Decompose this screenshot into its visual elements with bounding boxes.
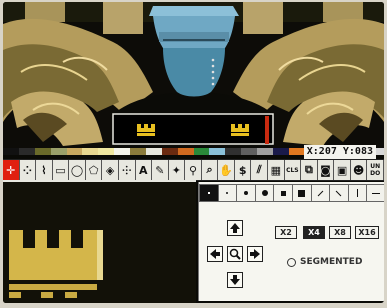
camera-tool-button[interactable]: ◙ xyxy=(318,160,335,180)
palette-swatch[interactable] xyxy=(145,148,162,155)
dotted-freehand-tool-button[interactable]: ⁘ xyxy=(20,160,37,180)
crosshair-tool-icon: ✛ xyxy=(6,163,16,177)
grid-tool-button[interactable]: ▦ xyxy=(268,160,285,180)
palette-swatch[interactable] xyxy=(272,148,289,155)
brush-large-square[interactable] xyxy=(291,184,312,202)
scroll-up-button[interactable] xyxy=(227,220,243,236)
palette-swatch[interactable] xyxy=(288,148,305,155)
rectangle-tool-icon: ▭ xyxy=(55,163,66,177)
arrow-down-icon xyxy=(230,275,240,285)
brush-diagonal-line-2[interactable] xyxy=(329,184,349,202)
eyedropper-tool-button[interactable]: ⚲ xyxy=(185,160,202,180)
magic-tool-icon: ✦ xyxy=(171,163,182,177)
segmented-option[interactable]: SEGMENTED xyxy=(287,257,362,267)
brush-pick-tool-button[interactable]: ✎ xyxy=(152,160,169,180)
palette-swatch[interactable] xyxy=(50,148,67,155)
drawing-canvas[interactable] xyxy=(3,2,384,148)
brush-selector xyxy=(199,184,384,202)
palette-swatch[interactable] xyxy=(193,148,210,155)
dotted-freehand-tool-icon: ⁘ xyxy=(22,163,32,177)
arrow-left-icon xyxy=(210,249,220,259)
zoom-tool-button[interactable]: ⌕ xyxy=(202,160,219,180)
palette-swatch[interactable] xyxy=(114,148,130,155)
zoom-x2-button[interactable]: X2 xyxy=(275,226,297,239)
brush-small-square[interactable] xyxy=(273,184,293,202)
person-tool-icon: ☻ xyxy=(352,163,365,177)
zoom-tool-icon: ⌕ xyxy=(206,163,213,176)
hand-tool-icon: ✋ xyxy=(219,163,233,177)
crosshair-tool-button[interactable]: ✛ xyxy=(3,160,20,180)
curve-tool-button[interactable]: ⌇ xyxy=(36,160,53,180)
disk-tool-button[interactable]: ▣ xyxy=(334,160,351,180)
palette-swatch[interactable] xyxy=(34,148,51,155)
brush-diagonal-line[interactable] xyxy=(310,184,331,202)
fill-tool-icon: ◈ xyxy=(105,163,115,177)
brush-vertical-line[interactable] xyxy=(347,184,368,202)
text-tool-icon: A xyxy=(139,163,148,177)
scroll-left-button[interactable] xyxy=(207,246,223,262)
grid-tool-icon: ▦ xyxy=(270,163,281,177)
eyedropper-tool-icon: ⚲ xyxy=(188,163,197,177)
clear-screen-tool-button[interactable]: CLS xyxy=(285,160,302,180)
arrow-up-icon xyxy=(230,223,240,233)
dollar-tool-button[interactable]: $ xyxy=(235,160,252,180)
rectangle-tool-button[interactable]: ▭ xyxy=(53,160,70,180)
polygon-tool-icon: ⬠ xyxy=(88,163,99,177)
stencil-tool-button[interactable]: ⫽ xyxy=(251,160,268,180)
scroll-right-button[interactable] xyxy=(247,246,263,262)
stencil-tool-icon: ⫽ xyxy=(256,163,262,176)
arrow-right-icon xyxy=(250,249,260,259)
zoom-center-button[interactable] xyxy=(227,246,243,262)
magnifier-icon xyxy=(229,248,241,260)
text-tool-button[interactable]: A xyxy=(136,160,153,180)
ellipse-tool-icon: ◯ xyxy=(70,163,84,177)
camera-tool-icon: ◙ xyxy=(320,163,331,177)
palette-swatch[interactable] xyxy=(66,148,83,155)
copy-tool-icon: ⧉ xyxy=(304,163,313,176)
palette-swatch[interactable] xyxy=(3,148,19,155)
palette-swatch[interactable] xyxy=(209,148,226,155)
airbrush-tool-icon: ⸭ xyxy=(122,163,132,177)
brush-small-dot[interactable] xyxy=(217,184,238,202)
brush-medium-dot[interactable] xyxy=(236,184,256,202)
brush-horizontal-line[interactable] xyxy=(366,184,384,202)
person-tool-button[interactable]: ☻ xyxy=(351,160,368,180)
ellipse-tool-button[interactable]: ◯ xyxy=(69,160,86,180)
brush-large-dot[interactable] xyxy=(254,184,275,202)
copy-tool-button[interactable]: ⧉ xyxy=(301,160,318,180)
dollar-tool-icon: $ xyxy=(238,163,247,177)
magnified-view[interactable] xyxy=(3,180,196,303)
segmented-radio[interactable] xyxy=(287,257,296,267)
palette-swatch[interactable] xyxy=(257,148,273,155)
zoom-panel: X2 X4 X8 X16 SEGMENTED xyxy=(198,182,384,301)
palette-swatch[interactable] xyxy=(241,148,257,155)
segmented-label: SEGMENTED xyxy=(300,257,363,267)
palette-swatch[interactable] xyxy=(161,148,178,155)
palette-swatch[interactable] xyxy=(82,148,99,155)
brush-single-dot[interactable] xyxy=(199,184,219,202)
palette-swatch[interactable] xyxy=(98,148,115,155)
undo-tool-icon: UN DO xyxy=(370,163,381,177)
zoom-x16-button[interactable]: X16 xyxy=(355,226,379,239)
palette-swatch[interactable] xyxy=(225,148,242,155)
coordinate-readout: X:207 Y:083 xyxy=(303,145,376,159)
disk-tool-icon: ▣ xyxy=(336,163,348,177)
hand-tool-button[interactable]: ✋ xyxy=(218,160,235,180)
zoom-x4-button[interactable]: X4 xyxy=(303,226,325,239)
paint-screen: X:207 Y:083 ✛ ⁘ ⌇ ▭ ◯ ⬠ ◈ ⸭ A ✎ ✦ ⚲ ⌕ ✋ $ ⫽ ▦ CLS ⧉ ◙ ▣ ☻ UN D… xyxy=(3,2,384,303)
scroll-down-button[interactable] xyxy=(227,272,243,288)
fill-tool-button[interactable]: ◈ xyxy=(102,160,119,180)
clear-screen-tool-icon: CLS xyxy=(286,166,299,174)
zoom-x8-button[interactable]: X8 xyxy=(329,226,351,239)
undo-tool-button[interactable]: UN DO xyxy=(367,160,384,180)
airbrush-tool-button[interactable]: ⸭ xyxy=(119,160,136,180)
tool-bar: ✛ ⁘ ⌇ ▭ ◯ ⬠ ◈ ⸭ A ✎ ✦ ⚲ ⌕ ✋ $ ⫽ ▦ CLS ⧉ ◙ ▣ ☻ UN DO xyxy=(3,159,384,181)
palette-swatch[interactable] xyxy=(177,148,194,155)
curve-tool-icon: ⌇ xyxy=(41,163,47,177)
polygon-tool-button[interactable]: ⬠ xyxy=(86,160,103,180)
brush-pick-tool-icon: ✎ xyxy=(155,163,165,177)
palette-swatch[interactable] xyxy=(18,148,35,155)
magic-tool-button[interactable]: ✦ xyxy=(169,160,186,180)
palette-swatch[interactable] xyxy=(130,148,146,155)
